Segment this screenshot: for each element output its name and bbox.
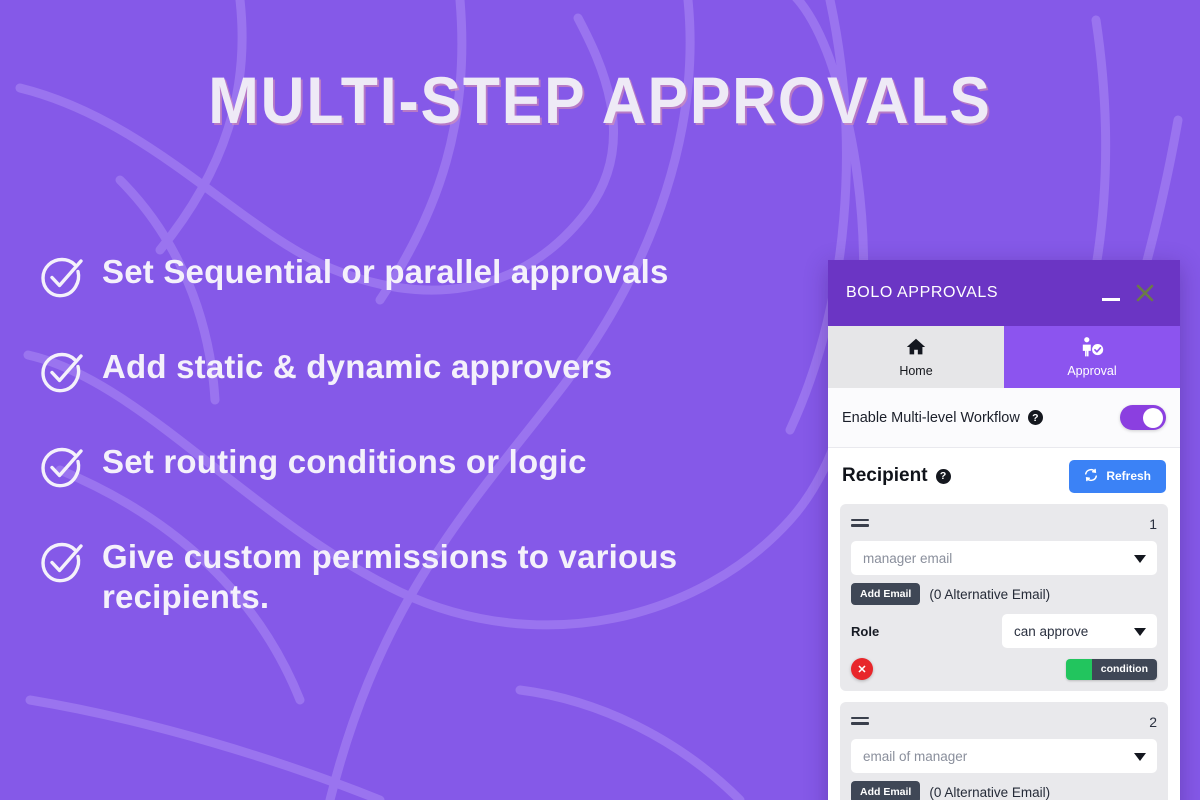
alternative-email-count: (0 Alternative Email) xyxy=(929,784,1051,800)
role-row: Role can approve xyxy=(851,614,1157,648)
add-email-button[interactable]: Add Email xyxy=(851,781,921,800)
list-item: Set Sequential or parallel approvals xyxy=(38,252,798,307)
toggle-knob xyxy=(1143,407,1163,428)
role-select[interactable]: can approve xyxy=(1002,614,1157,648)
home-icon xyxy=(905,336,927,361)
tab-approval-label: Approval xyxy=(1067,364,1117,378)
check-circle-icon xyxy=(38,539,86,592)
tab-home-label: Home xyxy=(899,364,933,378)
condition-button[interactable]: condition xyxy=(1065,658,1157,680)
condition-label: condition xyxy=(1091,658,1157,680)
list-item-label: Set routing conditions or logic xyxy=(102,443,587,480)
list-item: Set routing conditions or logic xyxy=(38,442,798,497)
recipient-email-value: manager email xyxy=(863,550,953,566)
recipient-email-select[interactable]: email of manager xyxy=(851,739,1157,773)
alternative-email-row: Add Email (0 Alternative Email) xyxy=(851,583,1157,605)
list-item: Add static & dynamic approvers xyxy=(38,347,798,402)
chevron-down-icon xyxy=(1134,555,1146,563)
tab-approval[interactable]: Approval xyxy=(1004,326,1180,388)
recipient-title: Recipient xyxy=(842,465,928,486)
alternative-email-count: (0 Alternative Email) xyxy=(929,586,1051,602)
recipient-email-value: email of manager xyxy=(863,748,968,764)
minimize-icon[interactable] xyxy=(1094,276,1128,310)
recipient-action-row: ✕ condition xyxy=(851,658,1157,680)
person-check-icon xyxy=(1079,336,1105,361)
role-value: can approve xyxy=(1014,623,1089,639)
recipient-section-header: Recipient ? Refresh xyxy=(828,448,1180,504)
recipient-card-header: 2 xyxy=(851,711,1157,733)
recipient-email-select[interactable]: manager email xyxy=(851,541,1157,575)
add-email-button[interactable]: Add Email xyxy=(851,583,921,605)
recipient-card: 2 email of manager Add Email (0 Alternat… xyxy=(840,702,1168,800)
chevron-down-icon xyxy=(1134,753,1146,761)
check-circle-icon xyxy=(38,444,86,497)
workflow-toggle-switch[interactable] xyxy=(1120,405,1166,430)
promo-graphic: MULTI-STEP APPROVALS Set Sequential or p… xyxy=(0,0,1200,800)
drag-handle-icon[interactable] xyxy=(851,716,869,728)
workflow-toggle-label: Enable Multi-level Workflow xyxy=(842,409,1020,426)
bolo-approvals-window: BOLO APPROVALS Home Approval Enable Mult… xyxy=(828,260,1180,800)
help-icon[interactable]: ? xyxy=(935,468,951,484)
recipient-card: 1 manager email Add Email (0 Alternative… xyxy=(840,504,1168,691)
condition-status-swatch xyxy=(1065,658,1092,680)
workflow-toggle-row: Enable Multi-level Workflow ? xyxy=(828,388,1180,448)
refresh-button-label: Refresh xyxy=(1106,469,1151,483)
workflow-toggle-label-group: Enable Multi-level Workflow ? xyxy=(842,410,1120,426)
drag-handle-icon[interactable] xyxy=(851,518,869,530)
feature-list: Set Sequential or parallel approvals Add… xyxy=(38,252,798,658)
list-item-label: Set Sequential or parallel approvals xyxy=(102,253,669,290)
recipient-index: 2 xyxy=(1149,714,1157,730)
recipient-card-header: 1 xyxy=(851,513,1157,535)
window-title: BOLO APPROVALS xyxy=(846,284,999,301)
help-icon[interactable]: ? xyxy=(1027,410,1043,425)
recipient-list: 1 manager email Add Email (0 Alternative… xyxy=(828,504,1180,800)
recipient-index: 1 xyxy=(1149,516,1157,532)
tab-home[interactable]: Home xyxy=(828,326,1004,388)
list-item: Give custom permissions to various recip… xyxy=(38,537,798,618)
list-item-label: Add static & dynamic approvers xyxy=(102,348,613,385)
page-title: MULTI-STEP APPROVALS xyxy=(208,63,992,137)
role-label: Role xyxy=(851,623,880,639)
refresh-icon xyxy=(1084,468,1098,485)
chevron-down-icon xyxy=(1134,628,1146,636)
close-icon[interactable] xyxy=(1128,276,1162,310)
refresh-button[interactable]: Refresh xyxy=(1069,459,1166,493)
window-titlebar: BOLO APPROVALS xyxy=(828,260,1180,326)
recipient-title-group: Recipient ? xyxy=(842,465,1069,487)
tab-bar: Home Approval xyxy=(828,326,1180,388)
check-circle-icon xyxy=(38,349,86,402)
list-item-label: Give custom permissions to various recip… xyxy=(102,538,678,616)
delete-recipient-button[interactable]: ✕ xyxy=(851,658,873,680)
check-circle-icon xyxy=(38,254,86,307)
alternative-email-row: Add Email (0 Alternative Email) xyxy=(851,781,1157,800)
